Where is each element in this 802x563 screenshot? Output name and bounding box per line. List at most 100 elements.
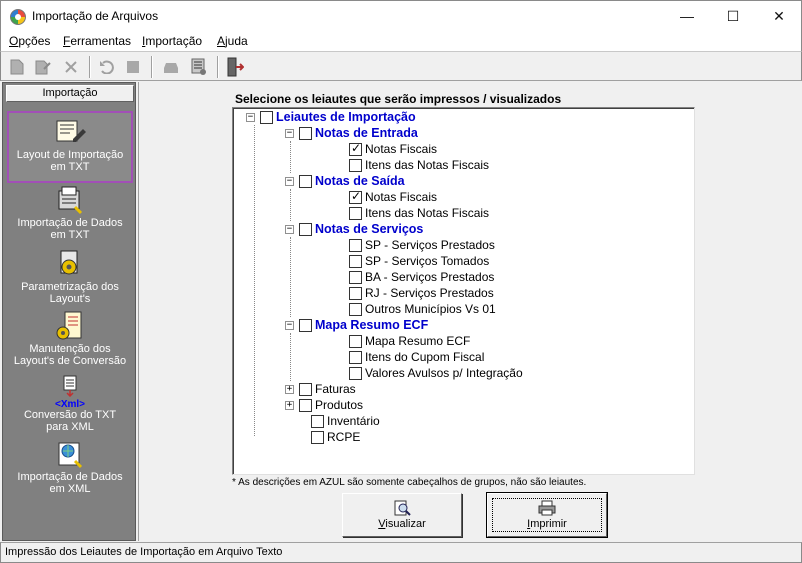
sidebar-item-importacao-xml[interactable]: Importação de Dados em XML xyxy=(7,439,133,501)
tree-row[interactable]: − Leiautes de Importação xyxy=(246,109,416,125)
tree-checkbox[interactable] xyxy=(299,126,312,140)
layout-tree[interactable]: − Leiautes de Importação − Notas de Entr… xyxy=(232,107,695,475)
exit-icon[interactable] xyxy=(225,57,245,77)
tree-row[interactable]: BA - Serviços Prestados xyxy=(349,269,494,285)
tree-checkbox[interactable] xyxy=(349,206,362,220)
layout-txt-icon xyxy=(53,117,87,149)
footnote: * As descrições em AZUL são somente cabe… xyxy=(232,477,587,488)
tree-checkbox[interactable] xyxy=(260,110,273,124)
delete-icon[interactable] xyxy=(61,57,81,77)
menu-opcoes[interactable]: Opções xyxy=(9,34,50,48)
tree-row[interactable]: Mapa Resumo ECF xyxy=(349,333,470,349)
tree-checkbox[interactable] xyxy=(349,302,362,316)
tree-checkbox[interactable] xyxy=(349,238,362,252)
status-text: Impressão dos Leiautes de Importação em … xyxy=(5,546,283,558)
tree-row[interactable]: Inventário xyxy=(311,413,380,429)
collapse-icon[interactable]: − xyxy=(246,112,255,122)
collapse-icon[interactable]: − xyxy=(285,224,294,234)
tree-row[interactable]: − Mapa Resumo ECF xyxy=(285,317,428,333)
tree-checkbox[interactable] xyxy=(349,158,362,172)
tree-row[interactable]: − Notas de Serviços xyxy=(285,221,423,237)
tree-group-label: Notas de Entrada xyxy=(315,126,418,140)
tree-row[interactable]: RCPE xyxy=(311,429,360,445)
tree-checkbox[interactable] xyxy=(349,350,362,364)
tree-row[interactable]: + Faturas xyxy=(285,381,356,397)
tree-group-label: Notas de Saída xyxy=(315,174,405,188)
tree-checkbox[interactable] xyxy=(311,414,324,428)
tree-row[interactable]: Outros Municípios Vs 01 xyxy=(349,301,496,317)
tree-item-label: Notas Fiscais xyxy=(365,190,438,204)
print-icon[interactable] xyxy=(161,57,181,77)
instruction-text: Selecione os leiautes que serão impresso… xyxy=(235,92,562,106)
tree-row[interactable]: + Produtos xyxy=(285,397,363,413)
visualizar-button[interactable]: Visualizar xyxy=(342,493,462,537)
sidebar-item-layout-importacao[interactable]: Layout de Importação em TXT xyxy=(7,111,133,183)
collapse-icon[interactable]: − xyxy=(285,176,294,186)
tree-group-label: Leiautes de Importação xyxy=(276,110,416,124)
expand-icon[interactable]: + xyxy=(285,384,294,394)
tree-item-label: Outros Municípios Vs 01 xyxy=(365,302,496,316)
tree-item-label: Faturas xyxy=(315,382,356,396)
tree-line xyxy=(290,237,291,317)
collapse-icon[interactable]: − xyxy=(285,128,294,138)
config-icon[interactable] xyxy=(189,57,209,77)
edit-icon[interactable] xyxy=(33,57,53,77)
imprimir-button[interactable]: Imprimir xyxy=(486,492,608,538)
tree-item-label: RCPE xyxy=(327,430,361,444)
tree-row[interactable]: SP - Serviços Tomados xyxy=(349,253,489,269)
toolbar xyxy=(0,51,802,81)
collapse-icon[interactable]: − xyxy=(285,320,294,330)
tree-checkbox[interactable] xyxy=(299,382,312,396)
preview-icon xyxy=(393,500,411,516)
maintenance-icon xyxy=(53,311,87,343)
tree-row[interactable]: Itens das Notas Fiscais xyxy=(349,205,489,221)
toolbar-separator xyxy=(89,56,91,78)
tree-row[interactable]: Valores Avulsos p/ Integração xyxy=(349,365,523,381)
close-button[interactable]: ✕ xyxy=(756,1,802,31)
tree-checkbox[interactable] xyxy=(299,398,312,412)
tree-item-label: Valores Avulsos p/ Integração xyxy=(365,366,523,380)
tree-checkbox[interactable] xyxy=(299,174,312,188)
main-panel: Selecione os leiautes que serão impresso… xyxy=(138,82,800,541)
sidebar-item-manutencao[interactable]: Manutenção dos Layout's de Conversão xyxy=(7,311,133,373)
tree-checkbox-checked[interactable] xyxy=(349,189,362,204)
tree-row[interactable]: Itens do Cupom Fiscal xyxy=(349,349,484,365)
sidebar-item-conversao-xml[interactable]: <Xml> Conversão do TXT para XML xyxy=(7,375,133,437)
tree-row[interactable]: RJ - Serviços Prestados xyxy=(349,285,494,301)
tree-row[interactable]: Notas Fiscais xyxy=(349,141,437,157)
tree-row[interactable]: Itens das Notas Fiscais xyxy=(349,157,489,173)
tree-checkbox[interactable] xyxy=(299,222,312,236)
tree-checkbox[interactable] xyxy=(299,318,312,332)
menu-ferramentas[interactable]: Ferramentas xyxy=(63,34,131,48)
toolbar-separator xyxy=(151,56,153,78)
tree-checkbox-checked[interactable] xyxy=(349,141,362,156)
tree-group-label: Mapa Resumo ECF xyxy=(315,318,429,332)
menu-bar: Opções Ferramentas Importação Ajuda xyxy=(0,31,802,51)
menu-importacao[interactable]: Importação xyxy=(142,34,202,48)
maximize-button[interactable]: ☐ xyxy=(710,1,756,31)
tree-row[interactable]: − Notas de Saída xyxy=(285,173,405,189)
tree-checkbox[interactable] xyxy=(349,286,362,300)
new-icon[interactable] xyxy=(7,57,27,77)
tree-row[interactable]: − Notas de Entrada xyxy=(285,125,418,141)
sidebar-item-parametrizacao[interactable]: Parametrização dos Layout's xyxy=(7,249,133,311)
sidebar-item-importacao-txt[interactable]: Importação de Dados em TXT xyxy=(7,185,133,247)
tree-checkbox[interactable] xyxy=(349,270,362,284)
tree-checkbox[interactable] xyxy=(349,334,362,348)
tree-row[interactable]: SP - Serviços Prestados xyxy=(349,237,495,253)
sidebar-header[interactable]: Importação xyxy=(6,85,134,102)
menu-ajuda[interactable]: Ajuda xyxy=(217,34,248,48)
tree-checkbox[interactable] xyxy=(349,254,362,268)
tree-checkbox[interactable] xyxy=(349,366,362,380)
undo-icon[interactable] xyxy=(97,57,117,77)
app-icon xyxy=(10,9,26,25)
tree-item-label: Itens das Notas Fiscais xyxy=(365,158,490,172)
expand-icon[interactable]: + xyxy=(285,400,294,410)
tree-checkbox[interactable] xyxy=(311,430,324,444)
sidebar: Importação Layout de Importação em TXT I… xyxy=(2,82,136,541)
tree-line xyxy=(290,333,291,381)
stop-icon[interactable] xyxy=(123,57,143,77)
tree-item-label: Itens das Notas Fiscais xyxy=(365,206,490,220)
minimize-button[interactable]: — xyxy=(664,1,710,31)
tree-row[interactable]: Notas Fiscais xyxy=(349,189,437,205)
